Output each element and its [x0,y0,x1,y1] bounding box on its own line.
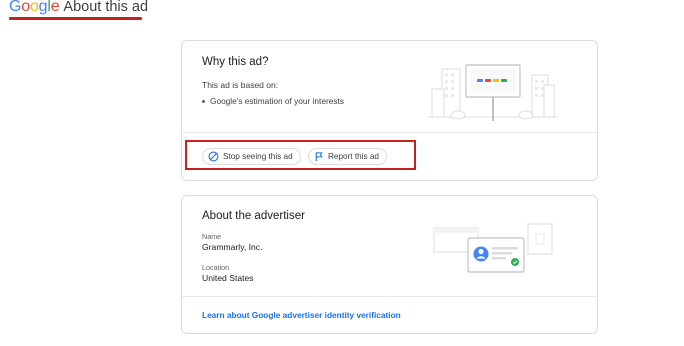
reason-item: Google's estimation of your interests [202,96,344,106]
name-label: Name [202,232,222,241]
buttons-highlight-box [185,140,416,170]
card-divider [182,132,597,133]
why-card-title: Why this ad? [202,56,269,68]
learn-advertiser-verification-link[interactable]: Learn about Google advertiser identity v… [202,310,401,320]
location-label: Location [202,263,230,272]
logo-letter: o [21,0,30,15]
based-on-text: This ad is based on: [202,80,279,90]
advertiser-location: United States [202,273,254,283]
about-this-ad-page: Google About this ad Why this ad? This a… [0,0,684,346]
advertiser-name: Grammarly, Inc. [202,242,263,252]
billboard-city-illustration [428,64,558,121]
card-divider [182,296,597,297]
bullet-icon [202,99,205,103]
header-underline [9,17,142,20]
advertiser-card-title: About the advertiser [202,210,305,222]
page-title: About this ad [63,0,149,15]
reason-text: Google's estimation of your interests [210,96,344,106]
about-advertiser-card: About the advertiser Name Grammarly, Inc… [181,195,598,334]
logo-letter: o [29,0,39,15]
logo-letter: G [9,0,22,15]
logo-letter: e [50,0,60,15]
verified-id-card-illustration [433,223,553,273]
google-logo: Google [9,0,60,16]
